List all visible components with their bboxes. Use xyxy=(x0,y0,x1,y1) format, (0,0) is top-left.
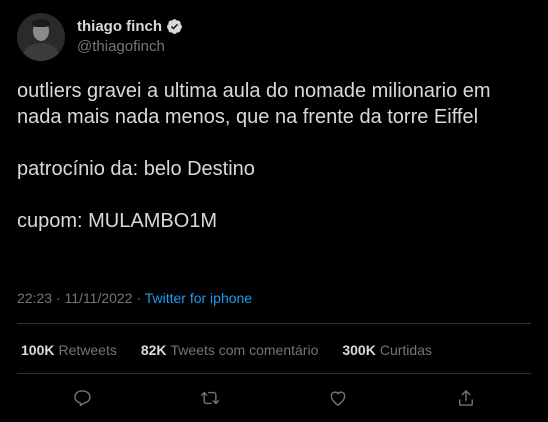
likes-stat[interactable]: 300K Curtidas xyxy=(342,342,432,358)
divider-bottom xyxy=(17,373,531,374)
tweet-paragraph: patrocínio da: belo Destino xyxy=(17,158,255,180)
tweet-date[interactable]: 11/11/2022 xyxy=(65,290,133,306)
avatar-hair xyxy=(32,19,50,27)
tweet-text: outliers gravei a ultima aula do nomade … xyxy=(17,78,532,234)
meta-separator: · xyxy=(55,290,65,306)
engagement-stats: 100K Retweets 82K Tweets com comentário 30… xyxy=(21,342,456,358)
retweets-label: Retweets xyxy=(58,342,117,358)
retweets-count: 100K xyxy=(21,342,55,358)
display-name[interactable]: thiago finch xyxy=(77,18,162,35)
action-bar xyxy=(17,385,531,411)
handle[interactable]: @thiagofinch xyxy=(77,38,183,55)
verified-badge-icon xyxy=(166,18,183,35)
quote-tweets-label: Tweets com comentário xyxy=(170,342,319,358)
tweet-paragraph: cupom: MULAMBO1M xyxy=(17,210,218,232)
retweet-button[interactable] xyxy=(197,385,223,411)
reply-icon xyxy=(74,390,91,407)
tweet-time[interactable]: 22:23 xyxy=(17,290,52,306)
likes-label: Curtidas xyxy=(379,342,432,358)
avatar-shoulders xyxy=(23,43,59,61)
share-button[interactable] xyxy=(453,385,479,411)
divider-top xyxy=(17,323,531,324)
tweet-paragraph: outliers gravei a ultima aula do nomade … xyxy=(17,80,491,128)
like-button[interactable] xyxy=(325,385,351,411)
retweet-icon xyxy=(200,391,220,405)
retweets-stat[interactable]: 100K Retweets xyxy=(21,342,117,358)
tweet-source-link[interactable]: Twitter for iphone xyxy=(145,290,252,306)
share-icon xyxy=(459,390,473,406)
reply-button[interactable] xyxy=(69,385,95,411)
author-header: thiago finch @thiagofinch xyxy=(77,16,183,55)
heart-icon xyxy=(330,391,346,406)
tweet-metadata: 22:23 · 11/11/2022 · Twitter for iphone xyxy=(17,290,252,306)
quote-tweets-stat[interactable]: 82K Tweets com comentário xyxy=(141,342,319,358)
avatar[interactable] xyxy=(17,13,65,61)
tweet: thiago finch @thiagofinch outliers grave… xyxy=(0,0,548,422)
quote-tweets-count: 82K xyxy=(140,342,167,358)
meta-separator: · xyxy=(136,290,145,306)
display-name-row: thiago finch xyxy=(77,16,183,36)
likes-count: 300K xyxy=(342,342,376,358)
